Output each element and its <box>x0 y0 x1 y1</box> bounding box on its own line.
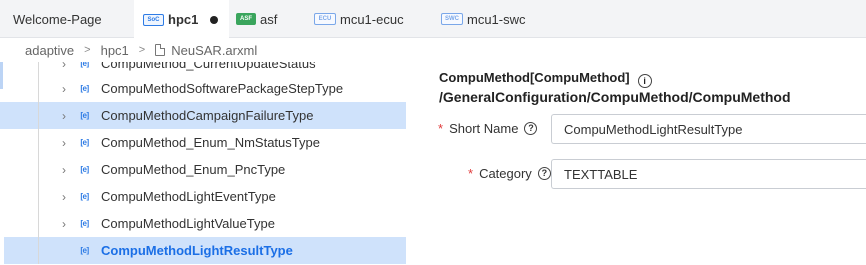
chevron-right-icon[interactable]: › <box>59 109 69 123</box>
category-label: * Category ? <box>468 166 551 181</box>
tree-item[interactable]: › [e] CompuMethodLightEventType <box>0 183 406 210</box>
indent-guide <box>38 210 39 237</box>
help-icon[interactable]: ? <box>537 167 551 180</box>
indent-guide <box>38 75 39 102</box>
ecu-badge-icon: ECU <box>314 13 336 25</box>
tree-item-label: CompuMethodLightEventType <box>101 189 276 204</box>
required-marker: * <box>468 166 474 181</box>
file-icon <box>155 44 166 56</box>
tree-item[interactable]: › [e] CompuMethod_Enum_PncType <box>0 156 406 183</box>
element-icon: [e] <box>80 192 89 201</box>
required-marker: * <box>438 121 444 136</box>
tab-label: mcu1-swc <box>467 11 526 27</box>
tree-item[interactable]: › [e] CompuMethodSoftwarePackageStepType <box>0 75 406 102</box>
indent-guide <box>38 183 39 210</box>
tree-item-label: CompuMethodCampaignFailureType <box>101 108 314 123</box>
element-icon: [e] <box>80 138 89 147</box>
tab-label: Welcome-Page <box>13 11 102 27</box>
chevron-right-icon[interactable]: › <box>59 190 69 204</box>
chevron-right-icon[interactable]: › <box>59 217 69 231</box>
properties-panel: CompuMethod[CompuMethod] i /GeneralConfig… <box>406 62 866 265</box>
tree-item[interactable]: › [e] CompuMethodLightValueType <box>0 210 406 237</box>
asf-badge-icon: ASF <box>236 13 256 25</box>
tree-item-label: CompuMethod_Enum_NmStatusType <box>101 135 320 150</box>
field-label-text: Category <box>479 166 532 181</box>
tab-hpc1[interactable]: SoC hpc1 <box>134 0 229 39</box>
element-type-title: CompuMethod[CompuMethod] <box>439 70 630 85</box>
tree-item-label: CompuMethodLightValueType <box>101 216 275 231</box>
tab-mcu1-ecuc[interactable]: ECU mcu1-ecuc <box>314 0 404 38</box>
element-icon: [e] <box>80 246 89 255</box>
category-input[interactable] <box>551 159 866 189</box>
chevron-right-icon[interactable]: › <box>59 136 69 150</box>
indent-guide <box>38 156 39 183</box>
element-icon: [e] <box>80 84 89 93</box>
tab-mcu1-swc[interactable]: SWC mcu1-swc <box>441 0 526 38</box>
breadcrumb: adaptive > hpc1 > NeuSAR.arxml <box>0 38 866 62</box>
soc-badge-icon: SoC <box>143 13 164 26</box>
short-name-input[interactable] <box>551 114 866 144</box>
tab-asf[interactable]: ASF asf <box>236 0 277 38</box>
element-path: /GeneralConfiguration/CompuMethod/CompuM… <box>439 89 791 105</box>
element-icon: [e] <box>80 111 89 120</box>
help-icon[interactable]: ? <box>524 122 538 135</box>
tree-item[interactable]: › [e] CompuMethod_Enum_NmStatusType <box>0 129 406 156</box>
short-name-label: * Short Name ? <box>438 121 538 136</box>
element-icon: [e] <box>80 62 89 68</box>
indent-guide <box>38 102 39 129</box>
tab-label: hpc1 <box>168 12 199 27</box>
chevron-right-icon[interactable]: › <box>59 62 69 71</box>
editor-tab-bar: Welcome-Page SoC hpc1 ASF asf ECU mcu1-e… <box>0 0 866 39</box>
unsaved-dot-icon <box>210 15 219 24</box>
panel-title: CompuMethod[CompuMethod] i <box>439 70 652 88</box>
tree-item-label: CompuMethod_CurrentUpdateStatus <box>101 62 316 71</box>
info-icon[interactable]: i <box>637 74 652 88</box>
tree-item-label: CompuMethodSoftwarePackageStepType <box>101 81 344 96</box>
tree-item-selected[interactable]: [e] CompuMethodLightResultType <box>4 237 406 264</box>
chevron-right-icon[interactable]: › <box>59 82 69 96</box>
chevron-right-icon: > <box>138 44 146 56</box>
swc-badge-icon: SWC <box>441 13 463 25</box>
tree-item-label: CompuMethod_Enum_PncType <box>101 162 286 177</box>
element-tree: › [e] CompuMethod_CurrentUpdateStatus › … <box>0 62 406 265</box>
tab-welcome-page[interactable]: Welcome-Page <box>13 0 102 38</box>
indent-guide <box>38 129 39 156</box>
tree-item-label: CompuMethodLightResultType <box>101 243 293 258</box>
indent-guide <box>38 237 39 264</box>
breadcrumb-item-hpc1[interactable]: hpc1 <box>101 43 129 58</box>
tab-label: asf <box>260 11 278 27</box>
element-icon: [e] <box>80 165 89 174</box>
tree-item[interactable]: › [e] CompuMethodCampaignFailureType <box>0 102 406 129</box>
field-label-text: Short Name <box>449 121 519 136</box>
element-icon: [e] <box>80 219 89 228</box>
chevron-right-icon: > <box>84 44 91 56</box>
tab-label: mcu1-ecuc <box>340 11 404 27</box>
chevron-right-icon[interactable]: › <box>59 163 69 177</box>
breadcrumb-item-adaptive[interactable]: adaptive <box>25 43 74 58</box>
breadcrumb-item-file[interactable]: NeuSAR.arxml <box>171 43 257 58</box>
